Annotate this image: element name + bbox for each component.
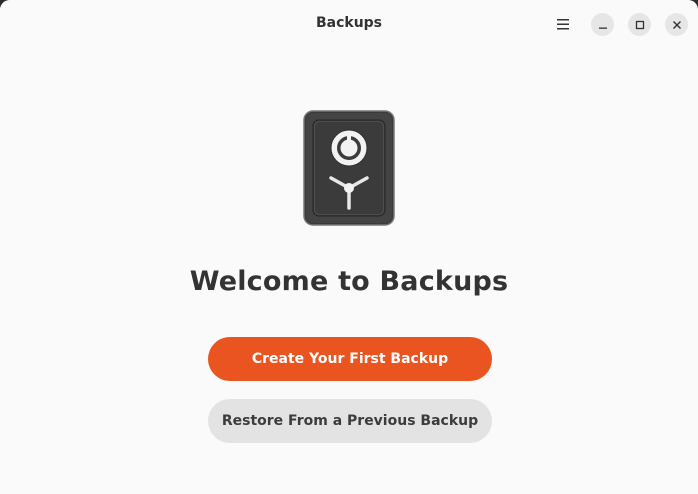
header-bar: Backups bbox=[0, 0, 698, 47]
minimize-icon bbox=[598, 27, 607, 29]
safe-vault-icon bbox=[303, 110, 395, 226]
close-icon bbox=[672, 20, 681, 29]
maximize-button[interactable] bbox=[628, 13, 651, 36]
restore-previous-backup-button[interactable]: Restore From a Previous Backup bbox=[208, 399, 492, 443]
create-first-backup-button[interactable]: Create Your First Backup bbox=[208, 337, 492, 381]
main-menu-button[interactable] bbox=[551, 12, 575, 36]
app-window: Backups Welcome to Backups Create Your F… bbox=[0, 0, 698, 494]
hamburger-menu-icon bbox=[557, 18, 569, 29]
close-button[interactable] bbox=[665, 13, 688, 36]
maximize-icon bbox=[635, 20, 644, 29]
minimize-button[interactable] bbox=[591, 13, 614, 36]
welcome-heading: Welcome to Backups bbox=[189, 266, 509, 297]
